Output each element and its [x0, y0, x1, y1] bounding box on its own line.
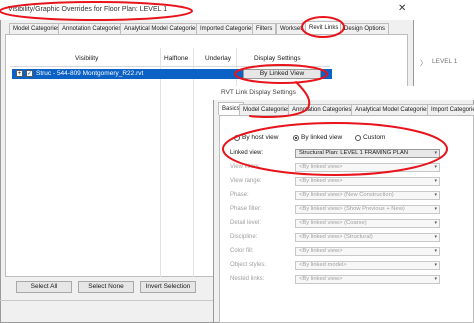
nested-links-dropdown: <By linked view> ▾: [295, 275, 440, 284]
view-filters-dropdown: <By linked view> ▾: [295, 163, 440, 172]
field-label: Object styles:: [230, 262, 267, 268]
tab-filters[interactable]: Filters: [252, 23, 277, 34]
field-value: <By linked view>: [299, 276, 343, 282]
linked-view-dropdown[interactable]: Structural Plan: LEVEL 1 FRAMING PLAN ▾: [295, 149, 440, 158]
column-header-display-settings: Display Settings: [254, 55, 301, 62]
chevron-down-icon: ▾: [434, 192, 437, 198]
field-value: <By linked view> (New Construction): [299, 192, 394, 198]
select-all-button[interactable]: Select All: [16, 281, 72, 293]
field-value: <By linked view>: [299, 178, 343, 184]
field-value: <By linked view>: [299, 248, 343, 254]
tab-analytical-model-categories[interactable]: Analytical Model Categories: [120, 23, 203, 34]
column-header-halftone: Halftone: [164, 55, 189, 62]
link-name: Struc - 544-809 Montgomery_R22.rvt: [36, 70, 144, 77]
select-none-button[interactable]: Select None: [78, 281, 134, 293]
chevron-down-icon: ▾: [434, 150, 437, 156]
field-value: <By linked view> (Coarse): [299, 220, 367, 226]
column-header-visibility: Visibility: [75, 55, 99, 62]
tab-annotation-categories[interactable]: Annotation Categories: [58, 23, 126, 34]
field-label: Nested links:: [230, 276, 265, 282]
field-value: <By linked view>: [299, 164, 343, 170]
tab-revit-links[interactable]: Revit Links: [305, 21, 343, 34]
field-label: Linked view:: [230, 150, 264, 156]
radio-label: By host view: [242, 134, 279, 141]
phase-dropdown: <By linked view> (New Construction) ▾: [295, 191, 440, 200]
chevron-down-icon: ▾: [434, 276, 437, 282]
rvt-dialog-title: RVT Link Display Settings: [221, 89, 296, 96]
header-divider: [10, 66, 330, 67]
radio-custom[interactable]: [355, 135, 361, 141]
field-label: View filters:: [230, 164, 261, 170]
field-value: Structural Plan: LEVEL 1 FRAMING PLAN: [299, 150, 408, 156]
column-divider: [193, 48, 194, 277]
radio-label: By linked view: [301, 134, 343, 141]
tab-import-categories[interactable]: Import Categories: [427, 104, 474, 115]
tab-annotation-categories[interactable]: Annotation Categories: [288, 104, 356, 115]
chevron-down-icon: ▾: [434, 248, 437, 254]
field-value: <By linked view> (Show Previous + New): [299, 206, 405, 212]
field-label: Detail level:: [230, 220, 262, 226]
detail-level-dropdown: <By linked view> (Coarse) ▾: [295, 219, 440, 228]
visibility-checkbox[interactable]: ✓: [26, 70, 33, 77]
object-styles-dropdown: <By linked model> ▾: [295, 261, 440, 270]
field-label: Phase filter:: [230, 206, 262, 212]
vg-dialog-title: Visibility/Graphic Overrides for Floor P…: [8, 6, 168, 13]
chevron-right-icon: 〉: [420, 60, 427, 67]
field-label: Color fill:: [230, 248, 254, 254]
display-settings-button[interactable]: By Linked View: [243, 69, 321, 79]
chevron-down-icon: ▾: [434, 164, 437, 170]
close-icon[interactable]: ✕: [398, 3, 406, 14]
field-label: Phase:: [230, 192, 249, 198]
field-label: View range:: [230, 178, 262, 184]
tab-worksets[interactable]: Workset: [276, 23, 306, 34]
radio-by-linked-view[interactable]: [293, 135, 299, 141]
color-fill-dropdown: <By linked view> ▾: [295, 247, 440, 256]
tab-analytical-model-categories[interactable]: Analytical Model Categories: [351, 104, 434, 115]
column-header-underlay: Underlay: [205, 55, 232, 62]
field-label: Discipline:: [230, 234, 258, 240]
tab-model-categories[interactable]: Model Categories: [239, 104, 295, 115]
chevron-down-icon: ▾: [434, 178, 437, 184]
radio-label: Custom: [363, 134, 386, 141]
expand-icon[interactable]: +: [16, 70, 23, 77]
field-value: <By linked model>: [299, 262, 347, 268]
chevron-down-icon: ▾: [434, 234, 437, 240]
tab-model-categories[interactable]: Model Categories: [9, 23, 65, 34]
phase-filter-dropdown: <By linked view> (Show Previous + New) ▾: [295, 205, 440, 214]
invert-selection-button[interactable]: Invert Selection: [140, 281, 196, 293]
chevron-down-icon: ▾: [434, 262, 437, 268]
tab-imported-categories[interactable]: Imported Categories: [196, 23, 259, 34]
tab-design-options[interactable]: Design Options: [340, 23, 390, 34]
view-range-dropdown: <By linked view> ▾: [295, 177, 440, 186]
level-tag: LEVEL 1: [432, 58, 458, 65]
discipline-dropdown: <By linked view> (Structural) ▾: [295, 233, 440, 242]
radio-by-host-view[interactable]: [234, 135, 240, 141]
column-divider: [160, 48, 161, 277]
field-value: <By linked view> (Structural): [299, 234, 373, 240]
chevron-down-icon: ▾: [434, 220, 437, 226]
chevron-down-icon: ▾: [434, 206, 437, 212]
